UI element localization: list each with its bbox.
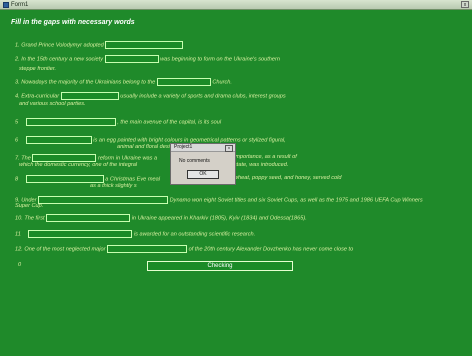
answer-input-4[interactable]	[60, 92, 119, 100]
question-5: 5 , the main avenue of the capital, is i…	[15, 118, 472, 126]
question-text-wrap: Super Cup.	[15, 203, 44, 209]
question-text: Grand Prince Volodymyr adopted	[21, 42, 104, 49]
dialog-message: No comments	[179, 158, 210, 164]
answer-input-8[interactable]	[25, 175, 104, 183]
question-text-after: , the main avenue of the capital, is its…	[117, 119, 222, 126]
answer-input-1[interactable]	[105, 41, 184, 49]
question-text-after: usually include a variety of sports and …	[120, 93, 286, 100]
question-text-after: is awarded for an outstanding scientific…	[133, 231, 256, 238]
question-number: 12	[15, 246, 22, 253]
dialog-close-icon[interactable]: x	[225, 145, 233, 152]
question-11: 11 is awarded for an outstanding scienti…	[15, 230, 472, 238]
answer-input-6[interactable]	[25, 136, 92, 144]
answer-input-11[interactable]	[28, 230, 133, 238]
window-titlebar: Form1 x	[0, 0, 472, 10]
question-text-wrap: steppe frontier.	[19, 66, 57, 72]
answer-input-3[interactable]	[156, 78, 211, 86]
question-4: 4. Extra-curricular usually include a va…	[15, 92, 286, 100]
question-text: The	[21, 155, 31, 162]
question-text-after-2: wheat, poppy seed, and honey, served col…	[234, 175, 342, 181]
question-text-after: was beginning to form on the Ukraine's s…	[160, 56, 280, 63]
question-text: Extra-curricular	[21, 93, 60, 100]
question-3: 3. Nowadays the majority of the Ukrainia…	[15, 78, 232, 86]
question-text-wrap: as a thick slightly s	[90, 183, 137, 189]
question-number: 11	[15, 231, 21, 238]
close-icon[interactable]: x	[461, 1, 469, 8]
app-icon	[3, 1, 9, 8]
answer-input-7[interactable]	[32, 154, 97, 162]
question-text-wrap-2: state, was introduced.	[234, 162, 289, 168]
question-number: 4	[15, 93, 19, 100]
question-text: One of the most neglected major	[24, 246, 106, 253]
question-text-after: Church.	[212, 79, 232, 86]
question-text-after: reform in Ukraine was a	[98, 155, 158, 162]
question-text-wrap: and various school parties.	[19, 101, 86, 107]
score-label: 0	[18, 262, 22, 268]
question-1: 1. Grand Prince Volodymyr adopted	[15, 41, 472, 49]
question-number: 1	[15, 42, 19, 49]
answer-input-12[interactable]	[107, 245, 188, 253]
question-number: 5	[15, 119, 19, 126]
question-number: 6	[15, 137, 19, 144]
question-12: 12. One of the most neglected major of t…	[15, 245, 354, 253]
answer-input-10[interactable]	[46, 214, 131, 222]
message-dialog: Project1 x No comments OK	[170, 143, 236, 185]
checking-button[interactable]: Checking	[147, 261, 293, 271]
page-title: Fill in the gaps with necessary words	[11, 19, 135, 26]
question-number: 7	[15, 155, 19, 162]
question-text: Nowadays the majority of the Ukrainians …	[21, 79, 156, 86]
question-number: 10	[15, 215, 22, 222]
question-number: 2	[15, 56, 19, 63]
question-text-after: of the 20th century Alexander Dovzhenko …	[188, 246, 354, 253]
question-text-after-2: importance, as a result of	[234, 154, 297, 160]
question-text: The first	[24, 215, 45, 222]
question-text-after: in Ukraine appeared in Kharkiv (1805), K…	[131, 215, 307, 222]
question-number: 8	[15, 176, 19, 183]
dialog-ok-button[interactable]: OK	[187, 170, 219, 179]
answer-input-2[interactable]	[104, 55, 159, 63]
question-number: 3	[15, 79, 19, 86]
question-2: 2. In the 15th century a new society was…	[15, 55, 280, 63]
question-text-after: a Christmas Eve meal	[105, 176, 160, 183]
question-10: 10. The first in Ukraine appeared in Kha…	[15, 214, 307, 222]
window-title: Form1	[11, 1, 29, 8]
answer-input-5[interactable]	[25, 118, 116, 126]
question-text: In the 15th century a new society	[21, 56, 104, 63]
